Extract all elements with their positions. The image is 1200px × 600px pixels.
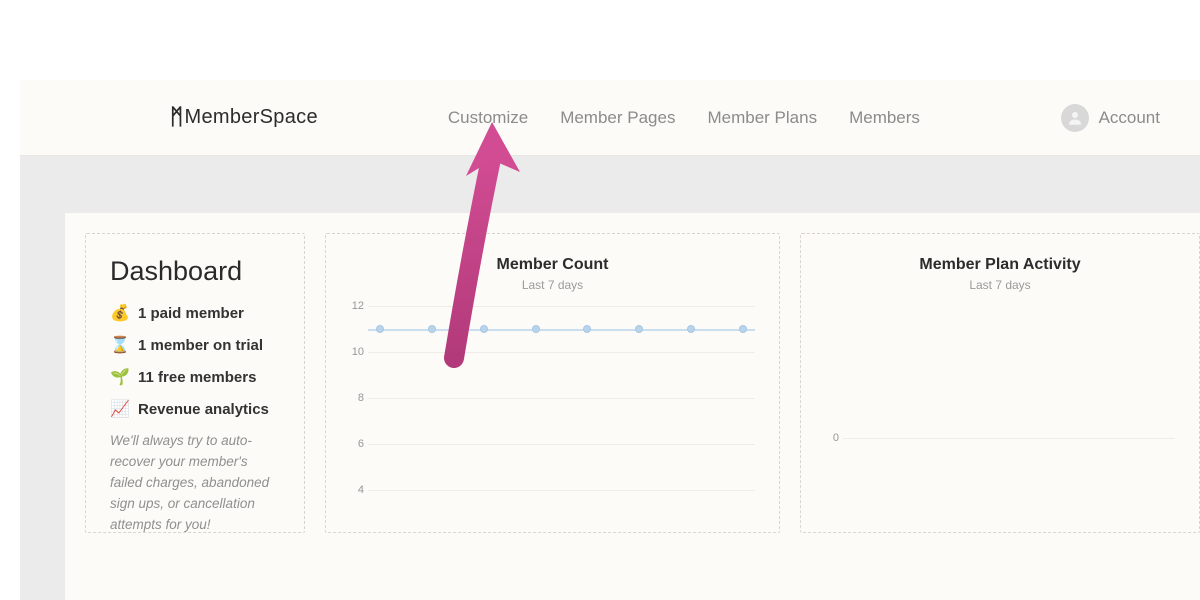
stat-label: 11 free members xyxy=(138,369,256,386)
y-tick: 4 xyxy=(348,484,364,496)
brand-mark-icon: ᛗ xyxy=(170,104,184,130)
chart-increasing-icon: 📈 xyxy=(110,399,128,419)
dashboard-stat-paid[interactable]: 💰 1 paid member xyxy=(110,303,280,323)
nav-member-plans[interactable]: Member Plans xyxy=(707,108,817,128)
account-menu[interactable]: Account xyxy=(1061,104,1160,132)
money-bag-icon: 💰 xyxy=(110,303,128,323)
seedling-icon: 🌱 xyxy=(110,367,128,387)
dashboard-note: We'll always try to auto-recover your me… xyxy=(110,431,280,533)
brand-name: MemberSpace xyxy=(185,106,318,129)
data-point xyxy=(635,325,643,333)
y-tick: 0 xyxy=(823,432,839,444)
member-count-chart: 1210864 xyxy=(368,302,755,502)
nav-members[interactable]: Members xyxy=(849,108,920,128)
main-content: Dashboard 💰 1 paid member ⌛ 1 member on … xyxy=(65,213,1200,600)
grid-line xyxy=(368,490,755,491)
dashboard-stats-list: 💰 1 paid member ⌛ 1 member on trial 🌱 11… xyxy=(110,303,280,419)
data-point xyxy=(687,325,695,333)
y-tick: 6 xyxy=(348,438,364,450)
data-point xyxy=(376,325,384,333)
data-point xyxy=(480,325,488,333)
data-point xyxy=(428,325,436,333)
data-point xyxy=(583,325,591,333)
dashboard-panel: Dashboard 💰 1 paid member ⌛ 1 member on … xyxy=(85,233,305,533)
dashboard-title: Dashboard xyxy=(110,256,280,287)
avatar-icon xyxy=(1061,104,1089,132)
data-point xyxy=(739,325,747,333)
hourglass-icon: ⌛ xyxy=(110,335,128,355)
chart-subtitle: Last 7 days xyxy=(825,278,1175,292)
data-line xyxy=(368,329,755,331)
grid-line xyxy=(368,306,755,307)
data-point xyxy=(532,325,540,333)
brand-logo[interactable]: ᛗMemberSpace xyxy=(170,105,318,131)
stat-label: Revenue analytics xyxy=(138,401,269,418)
grid-line xyxy=(368,398,755,399)
primary-nav: Customize Member Pages Member Plans Memb… xyxy=(448,108,920,128)
dashboard-stat-trial[interactable]: ⌛ 1 member on trial xyxy=(110,335,280,355)
member-plan-activity-chart: 0 xyxy=(843,302,1175,502)
grid-line xyxy=(368,352,755,353)
top-navbar: ᛗMemberSpace Customize Member Pages Memb… xyxy=(20,80,1200,156)
stat-label: 1 paid member xyxy=(138,305,244,322)
y-tick: 12 xyxy=(348,300,364,312)
chart-subtitle: Last 7 days xyxy=(350,278,755,292)
chart-title: Member Count xyxy=(350,256,755,274)
nav-member-pages[interactable]: Member Pages xyxy=(560,108,675,128)
grid-line xyxy=(843,438,1175,439)
y-tick: 10 xyxy=(348,346,364,358)
nav-customize[interactable]: Customize xyxy=(448,108,528,128)
y-tick: 8 xyxy=(348,392,364,404)
account-label: Account xyxy=(1099,108,1160,128)
grid-line xyxy=(368,444,755,445)
stat-label: 1 member on trial xyxy=(138,337,263,354)
member-plan-activity-panel: Member Plan Activity Last 7 days 0 xyxy=(800,233,1200,533)
dashboard-stat-revenue[interactable]: 📈 Revenue analytics xyxy=(110,399,280,419)
dashboard-stat-free[interactable]: 🌱 11 free members xyxy=(110,367,280,387)
member-count-panel: Member Count Last 7 days 1210864 xyxy=(325,233,780,533)
chart-title: Member Plan Activity xyxy=(825,256,1175,274)
